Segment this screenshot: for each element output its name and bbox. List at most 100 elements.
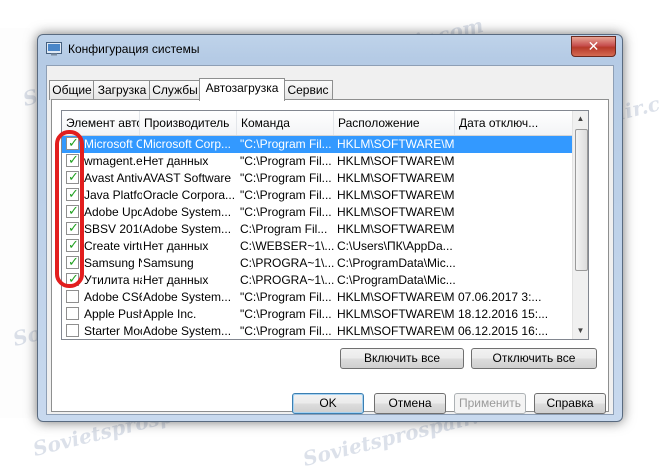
- cell-location: HKLM\SOFTWARE\M...: [337, 222, 455, 236]
- column-header-location[interactable]: Расположение: [334, 111, 455, 135]
- table-row[interactable]: Adobe CS6 ...Adobe System... "C:\Program …: [62, 289, 574, 306]
- cell-manufacturer: Samsung: [143, 256, 194, 270]
- tab-boot[interactable]: Загрузка: [93, 80, 151, 100]
- startup-item-checkbox[interactable]: ✓: [66, 169, 79, 184]
- tab-tools[interactable]: Сервис: [283, 80, 333, 100]
- table-row[interactable]: Starter ModuleAdobe System... "C:\Program…: [62, 323, 574, 339]
- vertical-scrollbar[interactable]: ▲ ▼: [572, 111, 588, 339]
- cell-disable-date: [458, 221, 572, 238]
- cell-item: Утилита на...: [84, 273, 142, 287]
- cell-manufacturer: Нет данных: [143, 154, 209, 168]
- startup-item-checkbox[interactable]: ✓: [66, 271, 79, 286]
- startup-item-checkbox[interactable]: [66, 324, 79, 337]
- cancel-button[interactable]: Отмена: [374, 393, 446, 414]
- table-row[interactable]: ✓ wmagent.exeНет данных "C:\Program Fil...…: [62, 152, 574, 170]
- startup-item-checkbox[interactable]: [66, 290, 79, 303]
- dialog-client-area: Общие Загрузка Службы Автозагрузка Серви…: [46, 65, 614, 415]
- background-window-fragment: [0, 28, 30, 418]
- cell-command: "C:\Program Fil...: [240, 137, 332, 151]
- checkmark-icon: ✓: [68, 186, 79, 201]
- table-row[interactable]: ✓ Create virtu...Нет данных C:\WEBSER~1\..…: [62, 237, 574, 255]
- startup-item-checkbox[interactable]: [66, 307, 79, 320]
- table-row[interactable]: ✓ Утилита на...Нет данных C:\PROGRA~1\...C…: [62, 271, 574, 289]
- table-row[interactable]: ✓ Java Platfor...Oracle Corpora... "C:\Pro…: [62, 186, 574, 204]
- startup-item-checkbox[interactable]: ✓: [66, 237, 79, 252]
- cell-disable-date: 18.12.2016 15:...: [458, 307, 549, 321]
- cell-location: HKLM\SOFTWARE\M...: [337, 290, 455, 304]
- startup-item-checkbox[interactable]: ✓: [66, 186, 79, 201]
- system-configuration-window: Конфигурация системы ✕ Общие Загрузка Сл…: [37, 34, 623, 422]
- cell-manufacturer: Oracle Corpora...: [143, 188, 236, 202]
- scroll-up-arrow-icon[interactable]: ▲: [573, 111, 588, 127]
- startup-item-checkbox[interactable]: ✓: [66, 135, 79, 150]
- cell-command: "C:\Program Fil...: [240, 324, 332, 338]
- cell-disable-date: [458, 272, 572, 289]
- tab-services[interactable]: Службы: [149, 80, 201, 100]
- cell-disable-date: 06.12.2015 16:...: [458, 324, 549, 338]
- cell-location: C:\ProgramData\Mic...: [337, 273, 455, 287]
- checkmark-icon: ✓: [68, 271, 79, 286]
- cell-item: Adobe Upda...: [84, 205, 142, 219]
- title-bar[interactable]: Конфигурация системы ✕: [38, 35, 622, 63]
- table-row[interactable]: ✓ Adobe Upda...Adobe System... "C:\Program…: [62, 203, 574, 221]
- startup-item-checkbox[interactable]: ✓: [66, 220, 79, 235]
- cell-location: HKLM\SOFTWARE\M...: [337, 205, 455, 219]
- cell-item: Starter Module: [84, 324, 142, 338]
- cell-command: "C:\Program Fil...: [240, 290, 332, 304]
- system-config-app-icon: [46, 42, 62, 56]
- cell-manufacturer: Adobe System...: [143, 290, 232, 304]
- scroll-down-arrow-icon[interactable]: ▼: [573, 323, 588, 339]
- cell-command: C:\WEBSER~1\...: [240, 239, 334, 253]
- table-row[interactable]: ✓ Microsoft Of...Microsoft Corp... "C:\Pro…: [62, 135, 574, 153]
- cell-disable-date: [458, 136, 572, 153]
- cell-location: C:\ProgramData\Mic...: [337, 256, 455, 270]
- cell-disable-date: [458, 170, 572, 187]
- column-header-manufacturer[interactable]: Производитель: [140, 111, 237, 135]
- cell-item: wmagent.exe: [84, 154, 142, 168]
- cell-disable-date: [458, 204, 572, 221]
- tab-startup[interactable]: Автозагрузка: [199, 78, 285, 101]
- cell-item: Apple Push: [84, 307, 142, 321]
- cell-manufacturer: Adobe System...: [143, 205, 232, 219]
- cell-item: Microsoft Of...: [84, 137, 142, 151]
- tab-general[interactable]: Общие: [49, 80, 95, 100]
- table-row[interactable]: ✓ Avast Antivi...AVAST Software "C:\Progra…: [62, 169, 574, 187]
- cell-location: HKLM\SOFTWARE\M...: [337, 171, 455, 185]
- column-header-item[interactable]: Элемент авто...: [62, 111, 140, 135]
- checkmark-icon: ✓: [68, 169, 79, 184]
- help-button[interactable]: Справка: [534, 393, 606, 414]
- cell-command: "C:\Program Fil...: [240, 171, 332, 185]
- close-button[interactable]: ✕: [571, 36, 616, 57]
- startup-item-checkbox[interactable]: ✓: [66, 254, 79, 269]
- table-row[interactable]: Apple Push Apple Inc. "C:\Program Fil... HK…: [62, 306, 574, 323]
- apply-button[interactable]: Применить: [454, 393, 526, 414]
- enable-all-button[interactable]: Включить все: [340, 348, 464, 369]
- cell-item: Avast Antivi...: [84, 171, 142, 185]
- cell-location: HKLM\SOFTWARE\M...: [337, 324, 455, 338]
- column-header-command[interactable]: Команда: [237, 111, 334, 135]
- startup-item-checkbox[interactable]: ✓: [66, 203, 79, 218]
- cell-manufacturer: Нет данных: [143, 273, 209, 287]
- cell-item: Create virtu...: [84, 239, 142, 253]
- column-header-disable-date[interactable]: Дата отключ...: [455, 111, 575, 135]
- startup-item-checkbox[interactable]: ✓: [66, 152, 79, 167]
- cell-disable-date: [458, 255, 572, 272]
- cell-location: HKLM\SOFTWARE\M...: [337, 188, 455, 202]
- table-row[interactable]: ✓ SBSV 2010/0...Adobe System... C:\Program…: [62, 220, 574, 238]
- close-icon: ✕: [587, 38, 600, 54]
- table-row[interactable]: ✓ Samsung NC...Samsung C:\PROGRA~1\...C:\P…: [62, 254, 574, 272]
- cell-manufacturer: Microsoft Corp...: [143, 137, 232, 151]
- cell-command: "C:\Program Fil...: [240, 188, 332, 202]
- cell-location: C:\Users\ПК\AppDa...: [337, 239, 453, 253]
- cell-disable-date: 07.06.2017 3:...: [458, 290, 542, 304]
- cell-item: Java Platfor...: [84, 188, 142, 202]
- cell-command: C:\PROGRA~1\...: [240, 256, 334, 270]
- cell-item: Adobe CS6 ...: [84, 290, 142, 304]
- ok-button[interactable]: OK: [292, 393, 364, 414]
- startup-items-list[interactable]: Элемент авто... Производитель Команда Ра…: [61, 110, 589, 340]
- cell-command: C:\Program Fil...: [240, 222, 328, 236]
- disable-all-button[interactable]: Отключить все: [471, 348, 597, 369]
- scrollbar-thumb[interactable]: [575, 129, 588, 271]
- cell-manufacturer: AVAST Software: [143, 171, 232, 185]
- cell-command: "C:\Program Fil...: [240, 205, 332, 219]
